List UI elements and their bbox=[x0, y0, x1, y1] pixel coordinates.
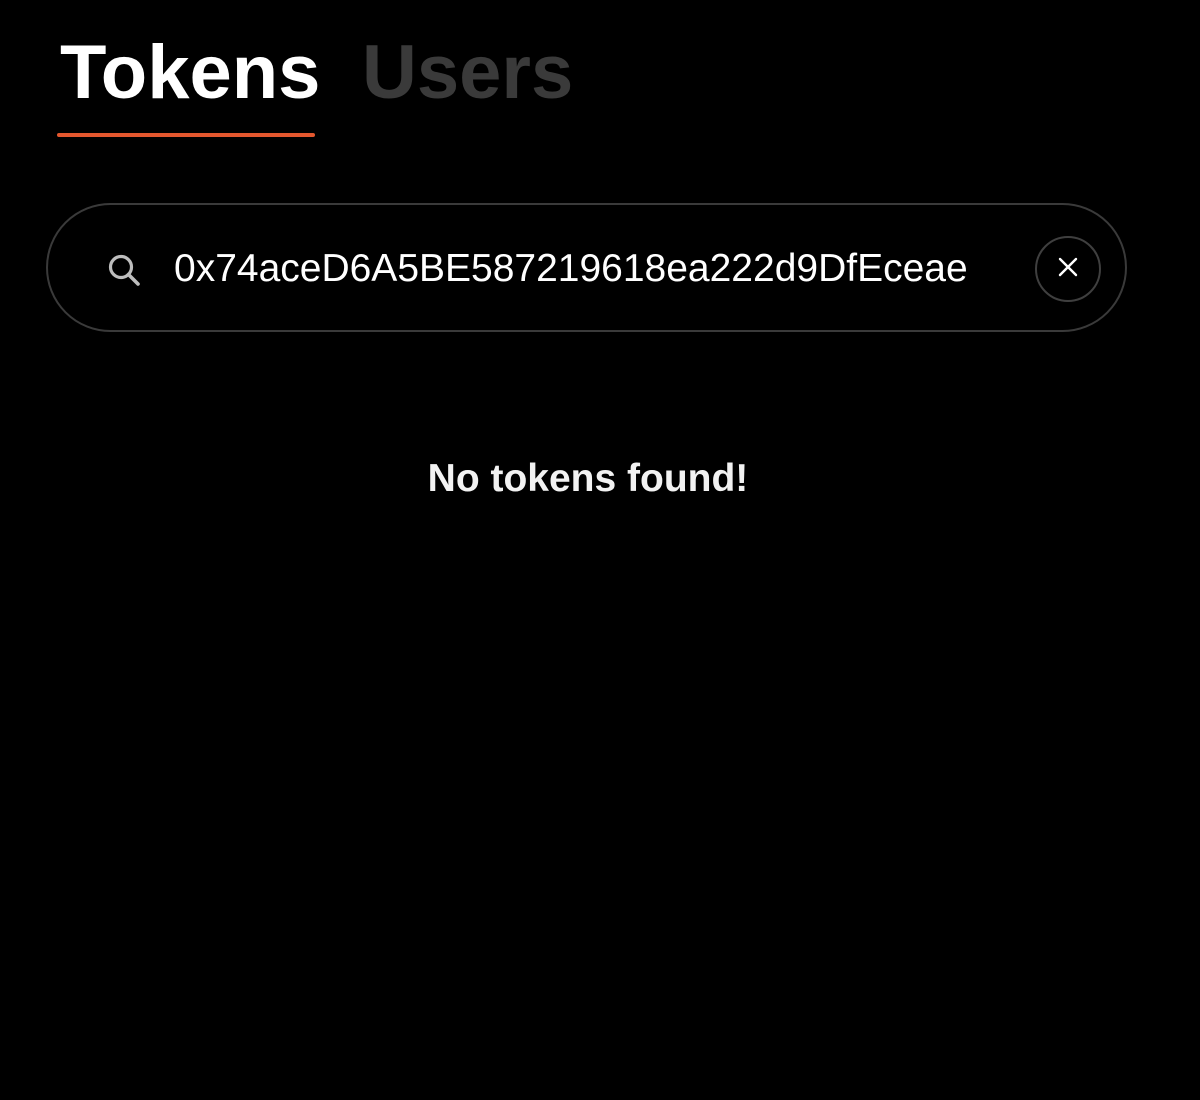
active-tab-indicator bbox=[57, 133, 315, 137]
tab-users[interactable]: Users bbox=[362, 28, 573, 118]
search-icon bbox=[106, 252, 142, 288]
search-bar bbox=[46, 203, 1127, 332]
tab-tokens[interactable]: Tokens bbox=[60, 28, 320, 118]
clear-search-button[interactable] bbox=[1035, 236, 1101, 302]
empty-state-message: No tokens found! bbox=[427, 457, 749, 500]
close-icon bbox=[1057, 256, 1079, 283]
search-input[interactable] bbox=[174, 237, 1029, 301]
